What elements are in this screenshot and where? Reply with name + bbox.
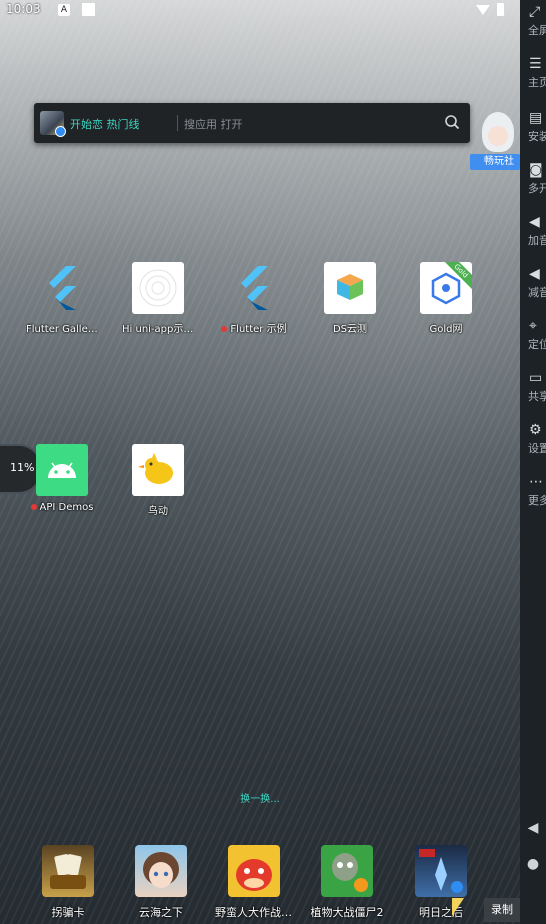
- flutter-icon: [36, 262, 88, 314]
- sidebar-item-settings[interactable]: ⚙ 设置: [520, 422, 546, 456]
- app-label: Flutter 示例: [218, 320, 290, 335]
- sidebar-item-label: 减音: [528, 286, 546, 299]
- app-label: API Demos: [26, 502, 98, 513]
- sidebar-item-volume-up[interactable]: ◀ 加音: [520, 214, 546, 248]
- app-uni-app[interactable]: Hi uni-app示例演示: [122, 262, 194, 335]
- gear-icon: ⚙: [529, 422, 542, 438]
- dock-app-5[interactable]: 明日之后: [402, 845, 480, 920]
- app-gold[interactable]: Gold Gold网: [410, 262, 482, 335]
- blank-circle-icon: [132, 262, 184, 314]
- sidebar-item-label: 全屏: [528, 24, 546, 37]
- search-bar-divider: [177, 115, 178, 131]
- search-icon[interactable]: [444, 114, 460, 130]
- sidebar-item-label: 加音: [528, 234, 546, 247]
- sidebar-item-home[interactable]: ☰ 主页: [520, 56, 546, 90]
- app-label-text: API Demos: [39, 502, 94, 513]
- sidebar-item-multi[interactable]: ◙ 多开: [520, 162, 546, 196]
- new-badge-dot: [221, 326, 228, 332]
- dock-app-4[interactable]: 植物大战僵尸2: [308, 845, 386, 920]
- dock-app-3[interactable]: 野蛮人大作战2-...: [215, 845, 293, 920]
- box-icon: Gold: [420, 262, 472, 314]
- app-flutter-demo[interactable]: Flutter 示例: [218, 262, 290, 335]
- sidebar-item-label: 共享: [528, 390, 546, 403]
- dark-game-icon: [415, 845, 467, 897]
- app-label: DS云测: [332, 324, 368, 335]
- battery-icon: [497, 3, 504, 16]
- anime-girl-icon: [135, 845, 187, 897]
- app-label: Hi uni-app示例演示: [122, 324, 194, 335]
- app-label: 明日之后: [419, 906, 463, 919]
- wifi-icon: [476, 5, 490, 15]
- menu-icon: ☰: [529, 56, 542, 72]
- flutter-icon: [228, 262, 280, 314]
- search-bar[interactable]: 开始恋 热门线 搜应用 打开: [34, 103, 470, 143]
- android-icon: [36, 444, 88, 496]
- sidebar-item-label: 更多: [528, 494, 546, 507]
- cube-icon: [324, 262, 376, 314]
- sidebar-item-share[interactable]: ▭ 共享: [520, 370, 546, 404]
- app-label-text: Flutter 示例: [230, 324, 287, 335]
- mascot-widget[interactable]: 畅玩社: [470, 110, 520, 172]
- app-api-demos[interactable]: API Demos: [26, 444, 98, 513]
- mascot-face: [488, 126, 508, 146]
- sidebar-item-label: 多开: [528, 182, 546, 195]
- notification-a-icon: A: [58, 4, 70, 16]
- status-time: 10:03: [6, 2, 41, 16]
- sidebar-item-more[interactable]: ⋯ 更多: [520, 474, 546, 508]
- folder-icon: ▭: [529, 370, 543, 386]
- sidebar-item-label: 安装: [528, 130, 546, 143]
- sidebar-item-label: 主页: [528, 76, 546, 89]
- status-bar: 10:03 A: [0, 0, 520, 20]
- fullscreen-icon: ⤢: [529, 4, 541, 20]
- sidebar-item-label: 设置: [528, 442, 546, 455]
- camera-icon: ◙: [529, 162, 543, 178]
- sidebar-item-volume-down[interactable]: ◀ 减音: [520, 266, 546, 300]
- barbarian-icon: [228, 845, 280, 897]
- apk-icon: ▤: [529, 110, 543, 126]
- search-bar-thumbnail-icon: [40, 111, 66, 137]
- mouse-cursor-icon: [452, 898, 464, 916]
- app-flutter-gallery[interactable]: Flutter Gallery中文版: [26, 262, 98, 335]
- search-bar-title[interactable]: 开始恋 热门线: [70, 116, 140, 132]
- home-icon[interactable]: ●: [520, 856, 546, 872]
- dock-app-1[interactable]: 拐骗卡: [29, 845, 107, 920]
- dock-app-2[interactable]: 云海之下: [122, 845, 200, 920]
- more-icon: ⋯: [529, 474, 543, 490]
- app-label: Flutter Gallery中文版: [26, 324, 98, 335]
- app-label: 鸟动: [148, 506, 168, 517]
- record-button[interactable]: 录制: [484, 898, 520, 922]
- new-badge-dot: [30, 504, 37, 510]
- app-label: Gold网: [429, 324, 463, 335]
- app-label: 云海之下: [139, 906, 183, 919]
- sidebar-item-label: 定位: [528, 338, 546, 351]
- android-home-screen: 10:03 A 开始恋 热门线 搜应用 打开 畅玩社 Flutter Galle…: [0, 0, 520, 924]
- back-icon[interactable]: ◀: [520, 820, 546, 836]
- mascot-tag[interactable]: 畅玩社: [470, 154, 520, 170]
- zombie-icon: [321, 845, 373, 897]
- refresh-button[interactable]: 换一换...: [0, 790, 520, 805]
- notification-square-icon: [82, 3, 95, 16]
- app-ds[interactable]: DS云测: [314, 262, 386, 335]
- volume-up-icon: ◀: [529, 214, 540, 230]
- search-input[interactable]: 搜应用 打开: [184, 116, 243, 132]
- bird-icon: [132, 444, 184, 496]
- location-icon: ⌖: [529, 318, 537, 334]
- sidebar-item-fullscreen[interactable]: ⤢ 全屏: [520, 4, 546, 38]
- sidebar-item-location[interactable]: ⌖ 定位: [520, 318, 546, 352]
- volume-down-icon: ◀: [529, 266, 540, 282]
- app-label: 野蛮人大作战2-...: [215, 906, 293, 919]
- app-label: 植物大战僵尸2: [310, 906, 384, 919]
- app-label: 拐骗卡: [51, 906, 85, 919]
- cards-game-icon: [42, 845, 94, 897]
- app-bird[interactable]: 鸟动: [122, 444, 194, 517]
- emulator-sidebar: ⤢ 全屏 ☰ 主页 ▤ 安装 ◙ 多开 ◀ 加音 ◀ 减音 ⌖ 定位 ▭ 共享 …: [520, 0, 546, 924]
- sidebar-item-install[interactable]: ▤ 安装: [520, 110, 546, 144]
